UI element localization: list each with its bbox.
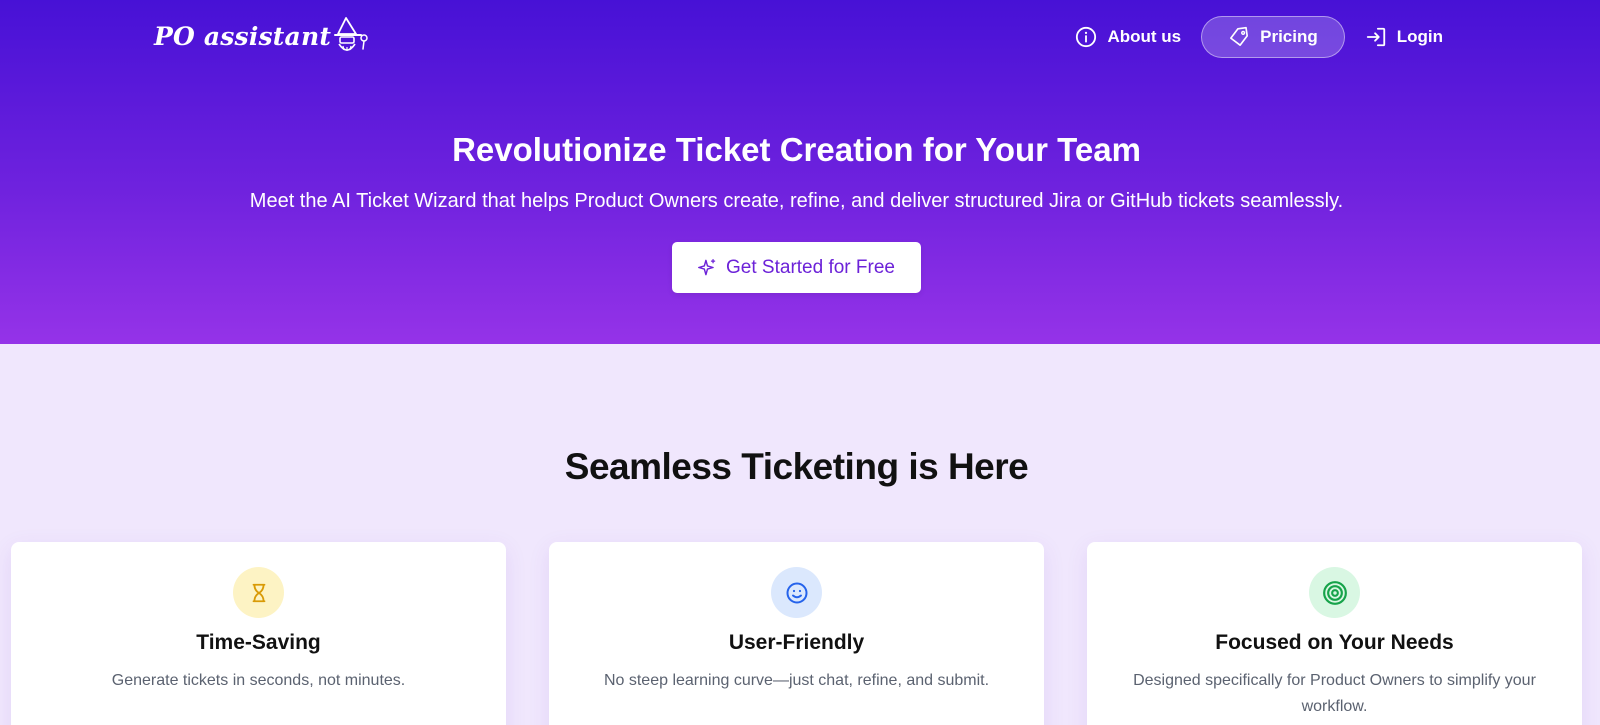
brand-logo[interactable]: PO assistant bbox=[154, 17, 369, 54]
smiley-icon bbox=[786, 582, 807, 603]
feature-title: Focused on Your Needs bbox=[1215, 631, 1454, 654]
sparkle-icon bbox=[698, 258, 716, 276]
login-icon bbox=[1366, 27, 1385, 47]
info-icon bbox=[1076, 26, 1097, 48]
features-title: Seamless Ticketing is Here bbox=[564, 446, 1029, 487]
feature-description: Generate tickets in seconds, not minutes… bbox=[111, 672, 406, 689]
feature-card-focused-needs: Focused on Your Needs Designed specifica… bbox=[1087, 542, 1582, 725]
nav-about-us[interactable]: About us bbox=[1063, 16, 1193, 58]
target-icon bbox=[1322, 580, 1347, 605]
hero-subtitle: Meet the AI Ticket Wizard that helps Pro… bbox=[249, 190, 1344, 212]
feature-description: Designed specifically for Product Owners… bbox=[1133, 672, 1536, 715]
tag-icon bbox=[1230, 26, 1249, 46]
nav-pricing[interactable]: Pricing bbox=[1201, 16, 1345, 58]
nav-pricing-label: Pricing bbox=[1260, 27, 1318, 46]
feature-title: Time-Saving bbox=[196, 631, 321, 654]
wizard-icon bbox=[334, 17, 368, 51]
feature-card-user-friendly: User-Friendly No steep learning curve—ju… bbox=[549, 542, 1044, 725]
hourglass-icon bbox=[252, 583, 265, 602]
smiley-icon-badge bbox=[771, 567, 822, 618]
nav-login[interactable]: Login bbox=[1353, 16, 1455, 58]
get-started-label: Get Started for Free bbox=[726, 256, 895, 278]
hero-section: PO assistant About us Pricing Login Revo… bbox=[0, 0, 1600, 344]
nav-login-label: Login bbox=[1396, 27, 1443, 46]
top-navigation: About us Pricing Login bbox=[1063, 16, 1455, 58]
hero-title: Revolutionize Ticket Creation for Your T… bbox=[452, 131, 1141, 168]
feature-description: No steep learning curve—just chat, refin… bbox=[603, 672, 990, 689]
get-started-button[interactable]: Get Started for Free bbox=[672, 242, 921, 293]
target-icon-badge bbox=[1309, 567, 1360, 618]
nav-about-us-label: About us bbox=[1107, 27, 1182, 46]
hourglass-icon-badge bbox=[233, 567, 284, 618]
brand-name: PO assistant bbox=[154, 21, 332, 51]
feature-card-time-saving: Time-Saving Generate tickets in seconds,… bbox=[11, 542, 506, 725]
feature-title: User-Friendly bbox=[728, 631, 865, 654]
